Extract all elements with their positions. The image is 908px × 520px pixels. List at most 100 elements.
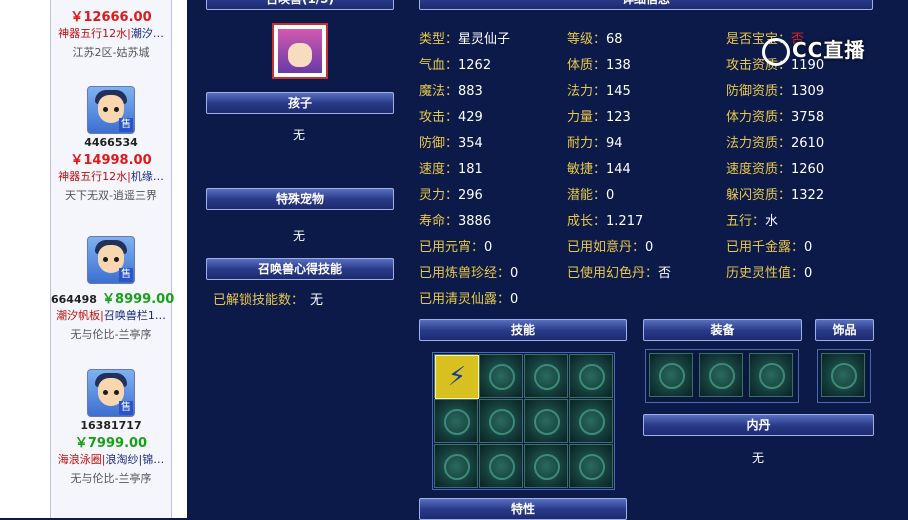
stat-value: 94 xyxy=(606,136,623,151)
stat-label: 潜能： xyxy=(567,188,607,203)
tags: 神器五行12水|机缘… xyxy=(58,170,164,183)
special-pet-value: 无 xyxy=(293,229,306,243)
skill-slot[interactable] xyxy=(479,354,523,398)
inner-pill-header: 内丹 xyxy=(643,414,874,436)
price: ￥8999.00 xyxy=(102,292,175,307)
stat-value: 1260 xyxy=(791,162,825,177)
stat-row: 速度：181 xyxy=(419,158,483,177)
skill-slot[interactable] xyxy=(524,399,568,443)
skill-slot[interactable] xyxy=(569,354,613,398)
stat-row: 力量：123 xyxy=(567,106,631,125)
stat-value: 1262 xyxy=(458,58,492,73)
stat-value: 0 xyxy=(606,188,615,203)
ornament-slot[interactable] xyxy=(821,353,865,397)
skill-slot[interactable]: ⚡ xyxy=(434,354,479,399)
cc-logo-icon xyxy=(762,37,790,66)
skill-insight-header: 召唤兽心得技能 xyxy=(206,258,394,280)
cc-live-logo: CC直播 xyxy=(762,34,865,66)
skill-slot[interactable] xyxy=(524,354,568,398)
stat-label: 类型： xyxy=(419,32,459,47)
price: ￥7999.00 xyxy=(74,436,148,451)
stat-value: 68 xyxy=(606,32,623,47)
stat-row: 防御资质：1309 xyxy=(726,80,824,99)
equip-slot[interactable] xyxy=(749,353,793,397)
stat-value: 0 xyxy=(484,240,493,255)
server-name: 无与伦比-兰亭序 xyxy=(70,472,152,485)
stat-row: 成长：1.217 xyxy=(567,210,643,229)
tags: 潮汐帆板|召唤兽栏1… xyxy=(56,309,166,322)
avatar[interactable]: 售 xyxy=(87,369,135,417)
avatar[interactable]: 售 xyxy=(87,236,135,284)
sale-badge: 售 xyxy=(119,268,133,282)
stat-label: 魔法： xyxy=(419,84,459,99)
empty-slot-icon xyxy=(489,364,515,390)
stat-label: 灵力： xyxy=(419,188,459,203)
pet-avatar[interactable] xyxy=(272,23,328,79)
stat-label: 法力： xyxy=(567,84,607,99)
empty-slot-icon xyxy=(489,454,515,480)
equip-slot[interactable] xyxy=(699,353,743,397)
stat-row: 五行：水 xyxy=(726,210,778,229)
stat-label: 躲闪资质： xyxy=(726,188,792,203)
price: ￥14998.00 xyxy=(70,153,152,168)
equip-slot[interactable] xyxy=(649,353,693,397)
special-pet-header: 特殊宠物 xyxy=(206,188,394,210)
skills-header: 技能 xyxy=(419,319,627,341)
skill-slot[interactable] xyxy=(569,444,613,488)
lightning-skill-icon[interactable]: ⚡ xyxy=(435,355,479,399)
avatar[interactable]: 售 xyxy=(87,86,135,134)
stat-label: 防御资质： xyxy=(726,84,792,99)
stat-value: 水 xyxy=(765,214,779,229)
skill-slot[interactable] xyxy=(569,399,613,443)
detail-header: 详细信息 xyxy=(419,0,873,10)
item-id: 16381717 xyxy=(80,419,142,432)
skill-slot[interactable] xyxy=(434,444,478,488)
stat-label: 气血： xyxy=(419,58,459,73)
stat-row: 体力资质：3758 xyxy=(726,106,824,125)
skill-slot[interactable] xyxy=(524,444,568,488)
stat-row: 速度资质：1260 xyxy=(726,158,824,177)
stat-row: 已用如意丹：0 xyxy=(567,236,653,255)
list-item[interactable]: 售 664498 ￥8999.00 潮汐帆板|召唤兽栏1… 无与伦比-兰亭序 xyxy=(51,236,175,342)
stat-row: 等级：68 xyxy=(567,28,623,47)
stat-label: 五行： xyxy=(726,214,766,229)
list-item[interactable]: 售 16381717 ￥7999.00 海浪泳圈|浪淘纱|锦… 无与伦比-兰亭序 xyxy=(51,369,171,486)
stat-value: 145 xyxy=(606,84,631,99)
stat-label: 速度： xyxy=(419,162,459,177)
stat-value: 296 xyxy=(458,188,483,203)
stat-value: 0 xyxy=(804,266,813,281)
sale-badge: 售 xyxy=(119,118,133,132)
stat-row: 历史灵性值：0 xyxy=(726,262,812,281)
list-item[interactable]: ￥12666.00 神器五行12水|潮汐… 江苏2区-姑苏城 xyxy=(51,6,171,60)
stat-row: 法力资质：2610 xyxy=(726,132,824,151)
stat-row: 已用元宵：0 xyxy=(419,236,492,255)
item-id: 664498 xyxy=(51,293,97,306)
summon-header: 召唤兽(1/5) xyxy=(206,0,394,10)
item-id: 4466534 xyxy=(84,136,138,149)
stat-label: 防御： xyxy=(419,136,459,151)
stat-value: 3886 xyxy=(458,214,492,229)
stat-label: 法力资质： xyxy=(726,136,792,151)
stat-label: 已用清灵仙露： xyxy=(419,292,511,307)
stat-row: 防御：354 xyxy=(419,132,483,151)
empty-slot-icon xyxy=(534,409,560,435)
sale-badge: 售 xyxy=(119,401,133,415)
skill-slot[interactable] xyxy=(479,444,523,488)
equip-header: 装备 xyxy=(643,319,802,341)
stat-row: 敏捷：144 xyxy=(567,158,631,177)
stat-value: 0 xyxy=(804,240,813,255)
skill-slot[interactable] xyxy=(479,399,523,443)
list-item[interactable]: 售 4466534 ￥14998.00 神器五行12水|机缘… 天下无双-逍遥三… xyxy=(51,86,171,203)
stat-value: 354 xyxy=(458,136,483,151)
traits-header: 特性 xyxy=(419,498,627,520)
stat-row: 耐力：94 xyxy=(567,132,623,151)
stat-label: 攻击： xyxy=(419,110,459,125)
skill-slot[interactable] xyxy=(434,399,478,443)
stat-label: 已用元宵： xyxy=(419,240,485,255)
empty-slot-icon xyxy=(579,364,605,390)
stat-row: 寿命：3886 xyxy=(419,210,491,229)
stat-label: 体力资质： xyxy=(726,110,792,125)
stat-label: 已使用幻色丹： xyxy=(567,266,659,281)
stat-value: 1.217 xyxy=(606,214,644,229)
stat-row: 法力：145 xyxy=(567,80,631,99)
